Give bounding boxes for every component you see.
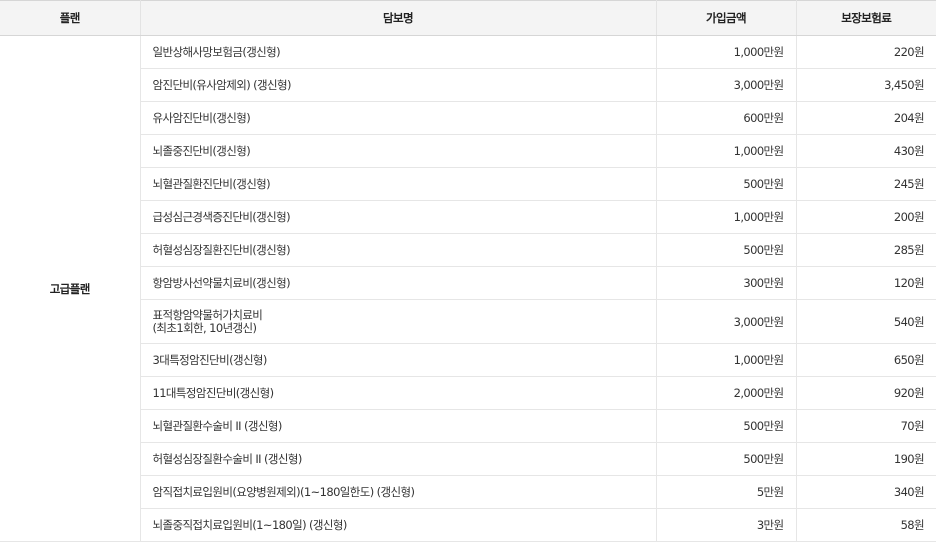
- coverage-amount: 3만원: [656, 508, 797, 542]
- coverage-name: 뇌혈관질환수술비 II (갱신형): [140, 409, 657, 443]
- coverage-name: 일반상해사망보험금(갱신형): [140, 35, 657, 69]
- coverage-name: 뇌혈관질환진단비(갱신형): [140, 167, 657, 201]
- coverage-premium: 920원: [796, 376, 936, 410]
- header-premium: 보장보험료: [796, 0, 936, 36]
- coverage-name-line1: 표적항암약물허가치료비: [152, 307, 263, 322]
- coverage-premium: 540원: [796, 299, 936, 344]
- coverage-amount: 500만원: [656, 167, 797, 201]
- coverage-amount: 5만원: [656, 475, 797, 509]
- coverage-amount: 3,000만원: [656, 68, 797, 102]
- table-row: 암진단비(유사암제외) (갱신형) 3,000만원 3,450원: [0, 68, 936, 102]
- coverage-premium: 204원: [796, 101, 936, 135]
- table-row: 허혈성심장질환수술비 II (갱신형) 500만원 190원: [0, 442, 936, 476]
- coverage-amount: 500만원: [656, 442, 797, 476]
- coverage-premium: 245원: [796, 167, 936, 201]
- table-row: 급성심근경색증진단비(갱신형) 1,000만원 200원: [0, 200, 936, 234]
- table-row: 뇌졸중직접치료입원비(1~180일) (갱신형) 3만원 58원: [0, 508, 936, 542]
- coverage-premium: 3,450원: [796, 68, 936, 102]
- coverage-name: 11대특정암진단비(갱신형): [140, 376, 657, 410]
- coverage-premium: 650원: [796, 343, 936, 377]
- coverage-amount: 500만원: [656, 409, 797, 443]
- coverage-amount: 600만원: [656, 101, 797, 135]
- plan-name-cell: 고급플랜: [0, 35, 141, 542]
- table-row: 뇌졸중진단비(갱신형) 1,000만원 430원: [0, 134, 936, 168]
- table-header-row: 플랜 담보명 가입금액 보장보험료: [0, 0, 936, 36]
- coverage-amount: 1,000만원: [656, 134, 797, 168]
- table-row: 유사암진단비(갱신형) 600만원 204원: [0, 101, 936, 135]
- coverage-name: 항암방사선약물치료비(갱신형): [140, 266, 657, 300]
- header-plan: 플랜: [0, 0, 141, 36]
- coverage-name: 유사암진단비(갱신형): [140, 101, 657, 135]
- table-row: 뇌혈관질환진단비(갱신형) 500만원 245원: [0, 167, 936, 201]
- header-amount: 가입금액: [656, 0, 797, 36]
- coverage-name: 암진단비(유사암제외) (갱신형): [140, 68, 657, 102]
- table-row: 고급플랜 일반상해사망보험금(갱신형) 1,000만원 220원: [0, 35, 936, 542]
- coverage-amount: 1,000만원: [656, 200, 797, 234]
- coverage-premium: 220원: [796, 35, 936, 69]
- coverage-amount: 3,000만원: [656, 299, 797, 344]
- coverage-name: 급성심근경색증진단비(갱신형): [140, 200, 657, 234]
- coverage-name: 뇌졸중직접치료입원비(1~180일) (갱신형): [140, 508, 657, 542]
- table-row: 항암방사선약물치료비(갱신형) 300만원 120원: [0, 266, 936, 300]
- coverage-name: 허혈성심장질환진단비(갱신형): [140, 233, 657, 267]
- coverage-amount: 1,000만원: [656, 35, 797, 69]
- coverage-name-line2: (최초1회한, 10년갱신): [152, 320, 258, 335]
- coverage-amount: 2,000만원: [656, 376, 797, 410]
- coverage-table: 플랜 담보명 가입금액 보장보험료 고급플랜 일반상해사망보험금(갱신형) 1,…: [0, 0, 936, 542]
- coverage-premium: 340원: [796, 475, 936, 509]
- table-row: 표적항암약물허가치료비 (최초1회한, 10년갱신) 3,000만원 540원: [0, 299, 936, 344]
- coverage-premium: 285원: [796, 233, 936, 267]
- coverage-premium: 58원: [796, 508, 936, 542]
- coverage-name: 뇌졸중진단비(갱신형): [140, 134, 657, 168]
- coverage-name: 표적항암약물허가치료비 (최초1회한, 10년갱신): [140, 299, 657, 344]
- coverage-premium: 70원: [796, 409, 936, 443]
- coverage-amount: 500만원: [656, 233, 797, 267]
- table-row: 암직접치료입원비(요양병원제외)(1~180일한도) (갱신형) 5만원 340…: [0, 475, 936, 509]
- coverage-name: 3대특정암진단비(갱신형): [140, 343, 657, 377]
- header-coverage: 담보명: [140, 0, 657, 36]
- coverage-premium: 190원: [796, 442, 936, 476]
- coverage-amount: 1,000만원: [656, 343, 797, 377]
- table-row: 3대특정암진단비(갱신형) 1,000만원 650원: [0, 343, 936, 377]
- table-row: 허혈성심장질환진단비(갱신형) 500만원 285원: [0, 233, 936, 267]
- table-row: 뇌혈관질환수술비 II (갱신형) 500만원 70원: [0, 409, 936, 443]
- table-row: 11대특정암진단비(갱신형) 2,000만원 920원: [0, 376, 936, 410]
- coverage-premium: 430원: [796, 134, 936, 168]
- coverage-amount: 300만원: [656, 266, 797, 300]
- coverage-premium: 120원: [796, 266, 936, 300]
- coverage-premium: 200원: [796, 200, 936, 234]
- coverage-name: 암직접치료입원비(요양병원제외)(1~180일한도) (갱신형): [140, 475, 657, 509]
- coverage-name: 허혈성심장질환수술비 II (갱신형): [140, 442, 657, 476]
